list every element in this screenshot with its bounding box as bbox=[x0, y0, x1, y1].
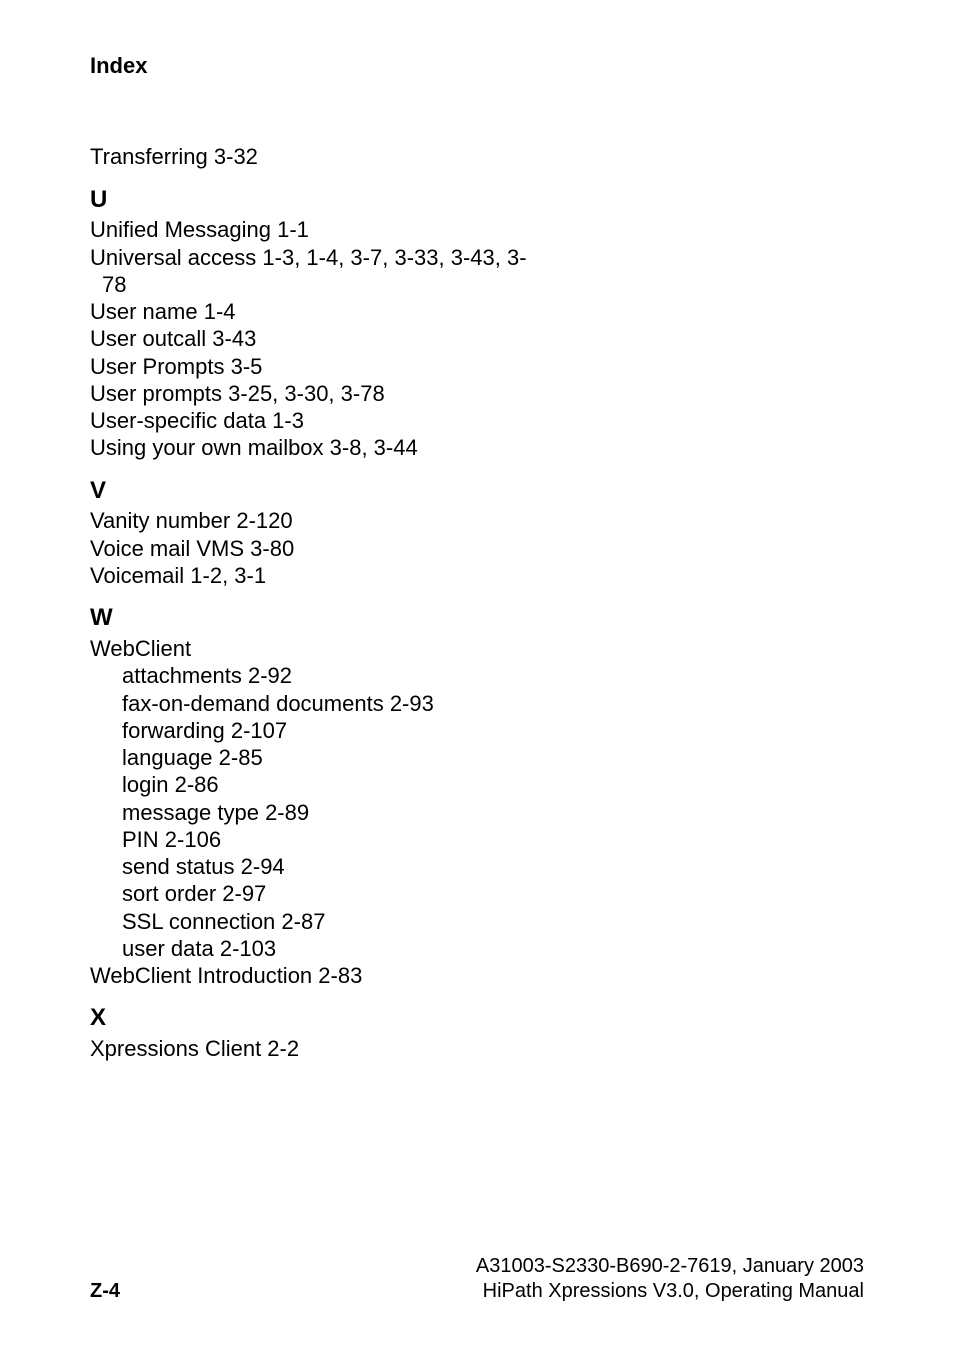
index-subentry: SSL connection 2-87 bbox=[90, 908, 864, 935]
index-subentry: attachments 2-92 bbox=[90, 662, 864, 689]
index-entry: User outcall 3-43 bbox=[90, 325, 864, 352]
index-entry: Using your own mailbox 3-8, 3-44 bbox=[90, 434, 864, 461]
index-entry: User prompts 3-25, 3-30, 3-78 bbox=[90, 380, 864, 407]
section-letter-v: V bbox=[90, 476, 864, 506]
page-footer: Z-4 A31003-S2330-B690-2-7619, January 20… bbox=[90, 1254, 864, 1304]
index-subentry: PIN 2-106 bbox=[90, 826, 864, 853]
section-w-entries: WebClient attachments 2-92 fax-on-demand… bbox=[90, 635, 864, 989]
section-letter-w: W bbox=[90, 603, 864, 633]
section-v-entries: Vanity number 2-120 Voice mail VMS 3-80 … bbox=[90, 507, 864, 589]
index-entry: WebClient bbox=[90, 635, 864, 662]
section-letter-x: X bbox=[90, 1003, 864, 1033]
section-letter-u: U bbox=[90, 185, 864, 215]
index-entry: WebClient Introduction 2-83 bbox=[90, 962, 864, 989]
page-header-title: Index bbox=[90, 52, 864, 79]
section-u-entries: Unified Messaging 1-1 Universal access 1… bbox=[90, 216, 864, 461]
footer-doc-title: HiPath Xpressions V3.0, Operating Manual bbox=[476, 1279, 864, 1304]
index-entry: Vanity number 2-120 bbox=[90, 507, 864, 534]
index-entry: Unified Messaging 1-1 bbox=[90, 216, 864, 243]
index-entry: Voicemail 1-2, 3-1 bbox=[90, 562, 864, 589]
index-subentry: send status 2-94 bbox=[90, 853, 864, 880]
index-entry: Voice mail VMS 3-80 bbox=[90, 535, 864, 562]
index-subentry: fax-on-demand documents 2-93 bbox=[90, 690, 864, 717]
index-entry: User Prompts 3-5 bbox=[90, 353, 864, 380]
index-entry: User name 1-4 bbox=[90, 298, 864, 325]
index-subentry: forwarding 2-107 bbox=[90, 717, 864, 744]
section-x-entries: Xpressions Client 2-2 bbox=[90, 1035, 864, 1062]
footer-doc-id: A31003-S2330-B690-2-7619, January 2003 bbox=[476, 1254, 864, 1279]
footer-page-number: Z-4 bbox=[90, 1279, 120, 1304]
index-entry: Xpressions Client 2-2 bbox=[90, 1035, 864, 1062]
footer-doc-info: A31003-S2330-B690-2-7619, January 2003 H… bbox=[476, 1254, 864, 1304]
index-subentry: language 2-85 bbox=[90, 744, 864, 771]
index-subentry: message type 2-89 bbox=[90, 799, 864, 826]
index-entry: Transferring 3-32 bbox=[90, 143, 864, 170]
pre-section: Transferring 3-32 bbox=[90, 143, 864, 170]
index-entry: User-specific data 1-3 bbox=[90, 407, 864, 434]
index-subentry: login 2-86 bbox=[90, 771, 864, 798]
index-entry-wrap: 78 bbox=[90, 271, 864, 298]
index-subentry: sort order 2-97 bbox=[90, 880, 864, 907]
index-entry: Universal access 1-3, 1-4, 3-7, 3-33, 3-… bbox=[90, 244, 864, 271]
index-subentry: user data 2-103 bbox=[90, 935, 864, 962]
document-page: Index Transferring 3-32 U Unified Messag… bbox=[0, 0, 954, 1352]
